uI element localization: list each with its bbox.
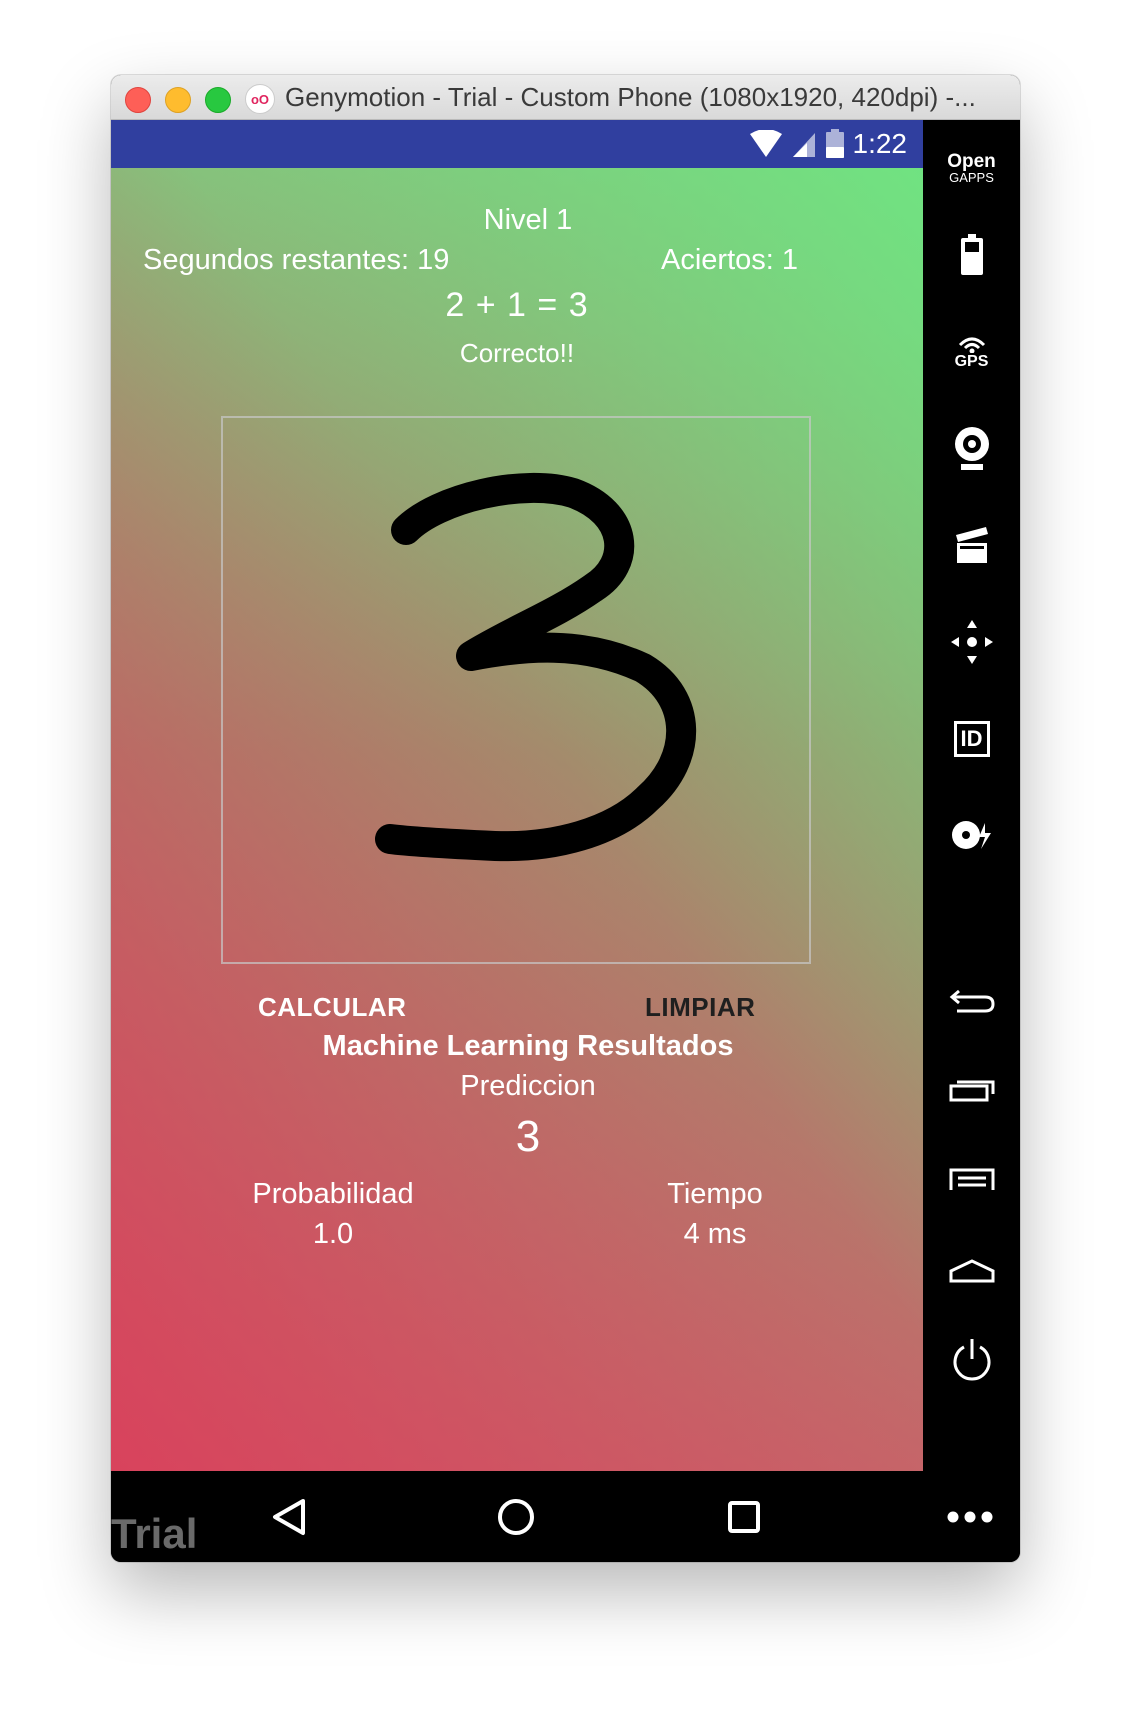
back-triangle-icon[interactable] — [271, 1497, 307, 1537]
id-label: ID — [953, 721, 990, 757]
window-titlebar: oO Genymotion - Trial - Custom Phone (10… — [111, 75, 1020, 120]
equation-label: 2 + 1 = 3 — [445, 286, 589, 324]
signal-icon — [792, 133, 815, 157]
status-clock: 1:22 — [852, 128, 908, 159]
close-window-button[interactable] — [125, 87, 151, 113]
menu-icon[interactable] — [923, 1160, 1020, 1200]
media-clapper-icon[interactable] — [923, 520, 1020, 570]
wifi-icon — [749, 130, 782, 157]
trial-watermark: Trial — [111, 1510, 198, 1557]
genymotion-sidebar: Open GAPPS GPS ID — [923, 120, 1020, 1471]
open-gapps-line2: GAPPS — [949, 170, 994, 185]
webcam-icon[interactable] — [923, 424, 1020, 474]
probability-label: Probabilidad — [252, 1178, 414, 1210]
window-title: Genymotion - Trial - Custom Phone (1080x… — [285, 82, 976, 112]
hits-counter-label: Aciertos: 1 — [661, 244, 798, 276]
prediction-value: 3 — [515, 1112, 541, 1161]
probability-value: 1.0 — [312, 1218, 354, 1250]
home-circle-icon[interactable] — [496, 1497, 536, 1537]
battery-icon — [825, 129, 844, 158]
gps-icon[interactable]: GPS — [923, 328, 1020, 378]
minimize-window-button[interactable] — [165, 87, 191, 113]
more-icon[interactable] — [947, 1511, 993, 1523]
disk-io-icon[interactable] — [923, 810, 1020, 860]
prediction-label: Prediccion — [460, 1070, 596, 1102]
handwritten-digit-stroke — [375, 472, 697, 862]
battery-widget-icon[interactable] — [923, 230, 1020, 280]
time-label: Tiempo — [667, 1178, 763, 1210]
genymotion-window: oO Genymotion - Trial - Custom Phone (10… — [111, 75, 1020, 1562]
identifiers-icon[interactable]: ID — [923, 714, 1020, 764]
calculate-button[interactable]: CALCULAR — [248, 986, 416, 1029]
open-gapps-icon[interactable]: Open GAPPS — [923, 140, 1020, 196]
genymotion-icon: oO — [245, 84, 275, 114]
drawing-canvas[interactable] — [221, 416, 811, 964]
app-screen: Nivel 1 Segundos restantes: 19 Aciertos:… — [111, 168, 923, 1471]
seconds-remaining-label: Segundos restantes: 19 — [143, 244, 450, 276]
level-label: Nivel 1 — [483, 204, 573, 236]
power-icon[interactable] — [923, 1330, 1020, 1390]
android-nav-bar: Trial — [111, 1471, 1020, 1562]
android-status-bar: 1:22 — [111, 120, 923, 168]
results-heading: Machine Learning Resultados — [322, 1030, 734, 1062]
dpad-icon[interactable] — [923, 615, 1020, 669]
gps-label: GPS — [954, 353, 989, 370]
open-gapps-line1: Open — [947, 151, 996, 172]
recent-apps-icon[interactable] — [923, 1070, 1020, 1110]
clear-button[interactable]: LIMPIAR — [635, 986, 765, 1029]
feedback-label: Correcto!! — [459, 338, 575, 368]
back-icon[interactable] — [923, 980, 1020, 1020]
time-value: 4 ms — [683, 1218, 747, 1250]
maximize-window-button[interactable] — [205, 87, 231, 113]
home-icon[interactable] — [923, 1250, 1020, 1290]
recents-square-icon[interactable] — [726, 1499, 762, 1535]
